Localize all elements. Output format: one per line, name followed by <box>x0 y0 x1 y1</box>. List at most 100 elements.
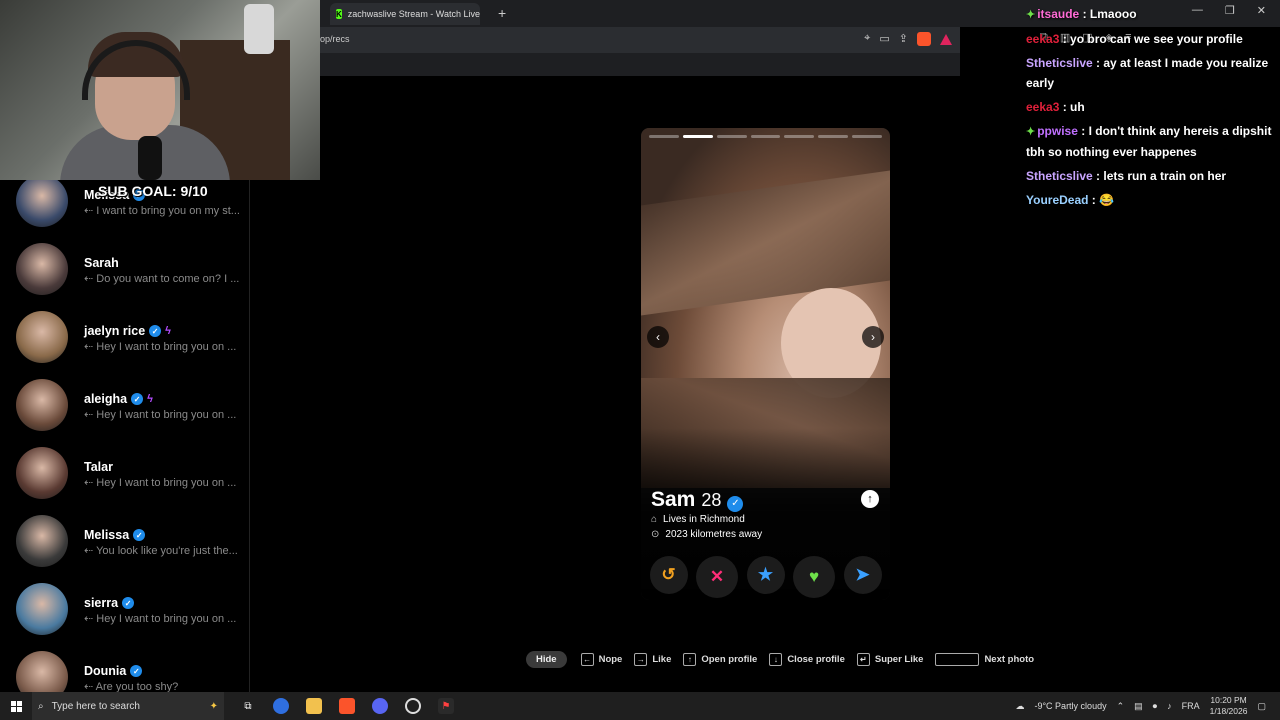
open-profile-button[interactable]: ↑ <box>861 490 879 508</box>
profile-card[interactable]: ‹ › Sam 28 ✓ ↑ ⌂ Lives in Richmond ⊙ 202… <box>641 128 890 600</box>
boost-button[interactable]: ➤ <box>843 556 882 594</box>
chat-message: Stheticslive : lets run a train on her <box>1026 169 1227 183</box>
rewind-button[interactable]: ↺ <box>649 556 688 594</box>
photo-progress-segment[interactable] <box>716 135 747 138</box>
nope-button[interactable]: ✕ <box>696 556 738 598</box>
discord-icon[interactable] <box>372 698 388 714</box>
match-name: jaelyn rice <box>84 324 146 338</box>
taskbar-apps: ⧉ ⚑ <box>240 698 454 714</box>
match-item[interactable]: Sarah ⇠ Do you want to come on? I ... <box>0 243 249 316</box>
chat-text: yo bro can we see your profile <box>1070 32 1243 46</box>
copilot-icon[interactable] <box>273 698 289 714</box>
match-item[interactable]: Dounia ✓ ⇠ Are you too shy? <box>0 651 249 692</box>
share-icon[interactable]: ⇪ <box>899 32 908 46</box>
brave-rewards-icon[interactable] <box>940 34 952 45</box>
photo-progress-segment[interactable] <box>750 135 781 138</box>
chat-username[interactable]: eeka3 <box>1026 32 1059 46</box>
language-indicator[interactable]: FRA <box>1182 701 1200 711</box>
keyboard-shortcuts: Hide ← Nope → Like ↑ Open profile ↓ Close pr… <box>526 649 1046 669</box>
windows-icon <box>10 700 22 712</box>
reply-icon: ⇠ <box>84 613 97 625</box>
match-last-message: ⇠ Hey I want to bring you on ... <box>84 612 240 625</box>
photo-progress-segment[interactable] <box>682 135 713 138</box>
match-message-text: You look like you're just the... <box>96 545 238 557</box>
match-item[interactable]: sierra ✓ ⇠ Hey I want to bring you on ... <box>0 583 249 656</box>
chat-message: YoureDead : 😂 <box>1026 193 1115 207</box>
chat-text: uh <box>1070 100 1085 114</box>
brave-browser-icon[interactable] <box>339 698 355 714</box>
notifications-icon[interactable]: ▢ <box>1257 701 1266 712</box>
super-like-button[interactable]: ★ <box>746 556 785 594</box>
mic-tray-icon[interactable]: ⏺ <box>1153 701 1158 712</box>
tab-title: zachwaslive Stream - Watch Live on K <box>347 9 480 19</box>
profile-name-row: Sam 28 ✓ <box>651 488 744 512</box>
taskbar-search[interactable]: ⌕ Type here to search ✦ <box>32 692 224 720</box>
like-button[interactable]: ♥ <box>793 556 835 598</box>
match-name: Talar <box>84 460 113 474</box>
chat-username[interactable]: Stheticslive <box>1026 169 1093 183</box>
match-last-message: ⇠ Do you want to come on? I ... <box>84 272 240 285</box>
location-icon[interactable]: ⌖ <box>864 32 870 46</box>
task-view-icon[interactable]: ⧉ <box>240 698 256 714</box>
photo-progress-segment[interactable] <box>649 135 679 138</box>
photo-progress-segment[interactable] <box>784 135 815 138</box>
new-tab-button[interactable]: + <box>498 5 506 21</box>
cast-icon[interactable]: ▭ <box>879 32 889 46</box>
match-item[interactable]: Talar ⇠ Hey I want to bring you on ... <box>0 447 249 520</box>
start-button[interactable] <box>0 700 32 712</box>
next-photo-button[interactable]: › <box>862 326 884 348</box>
app-icon[interactable]: ⚑ <box>438 698 454 714</box>
chat-username[interactable]: itsaude <box>1037 7 1079 21</box>
bolt-icon: ϟ <box>147 393 153 405</box>
clock-date: 1/18/2026 <box>1209 706 1248 716</box>
profile-distance: ⊙ 2023 kilometres away <box>651 529 763 540</box>
obs-icon[interactable] <box>405 698 421 714</box>
matches-sidebar: Melissa ✓ ⇠ I want to bring you on my st..… <box>0 180 250 692</box>
photo-progress-segment[interactable] <box>852 135 883 138</box>
match-name-row: Dounia ✓ <box>84 664 143 678</box>
chat-message: ✦ ppwise : I don't think any hereis a dip… <box>1026 124 1272 159</box>
bookmarks-bar <box>320 53 960 76</box>
photo-progress-segment[interactable] <box>818 135 849 138</box>
address-bar[interactable]: op/recs ⌖ ▭ ⇪ <box>320 27 960 53</box>
match-item[interactable]: Melissa ✓ ⇠ You look like you're just the.… <box>0 515 249 588</box>
match-item[interactable]: jaelyn rice ✓ ϟ ⇠ Hey I want to bring you o… <box>0 311 249 384</box>
clock[interactable]: 10:20 PM 1/18/2026 <box>1210 695 1248 717</box>
network-icon[interactable]: ▤ <box>1134 701 1143 712</box>
url-text: op/recs <box>320 34 350 44</box>
chat-username[interactable]: YoureDead <box>1026 193 1088 207</box>
search-icon: ⌕ <box>38 700 44 712</box>
chat-username[interactable]: Stheticslive <box>1026 56 1093 70</box>
chat-message: Stheticslive : ay at least I made you re… <box>1026 56 1269 90</box>
down-arrow-key-icon: ↓ <box>769 652 783 666</box>
brave-shield-icon[interactable] <box>917 32 931 46</box>
avatar <box>16 379 68 431</box>
chat-message: eeka3 : yo bro can we see your profile <box>1026 32 1243 46</box>
kick-icon: K <box>336 9 342 19</box>
chevron-up-icon[interactable]: ⌃ <box>1117 701 1125 712</box>
enter-key-icon: ↵ <box>856 652 870 666</box>
reply-icon: ⇠ <box>84 477 97 489</box>
reply-icon: ⇠ <box>84 681 96 692</box>
weather-text[interactable]: -9°C Partly cloudy <box>1034 701 1106 711</box>
verified-icon: ✓ <box>122 597 135 609</box>
browser-tab[interactable]: K zachwaslive Stream - Watch Live on K × <box>330 3 480 25</box>
match-item[interactable]: aleigha ✓ ϟ ⇠ Hey I want to bring you on ..… <box>0 379 249 452</box>
match-name-row: Talar <box>84 460 113 474</box>
volume-icon[interactable]: ♪ <box>1167 701 1172 711</box>
chat-badge-icon: ✦ <box>1026 126 1036 138</box>
match-name-row: Melissa ✓ <box>84 528 146 542</box>
chat-username[interactable]: eeka3 <box>1026 100 1059 114</box>
system-tray: ☁ -9°C Partly cloudy ⌃ ▤ ⏺ ♪ FRA 10:20 P… <box>1015 692 1280 720</box>
match-message-text: Do you want to come on? I ... <box>96 273 240 285</box>
match-message-text: Hey I want to bring you on ... <box>96 613 237 625</box>
reply-icon: ⇠ <box>84 409 97 421</box>
prev-photo-button[interactable]: ‹ <box>647 326 669 348</box>
chat-text: 😂 <box>1099 193 1115 207</box>
hide-shortcuts-button[interactable]: Hide <box>526 650 567 668</box>
chat-badge-icon: ✦ <box>1026 9 1036 21</box>
chat-username[interactable]: ppwise <box>1037 124 1078 138</box>
match-name: Melissa <box>84 528 130 542</box>
file-explorer-icon[interactable] <box>306 698 322 714</box>
chat-text: Lmaooo <box>1089 7 1137 21</box>
